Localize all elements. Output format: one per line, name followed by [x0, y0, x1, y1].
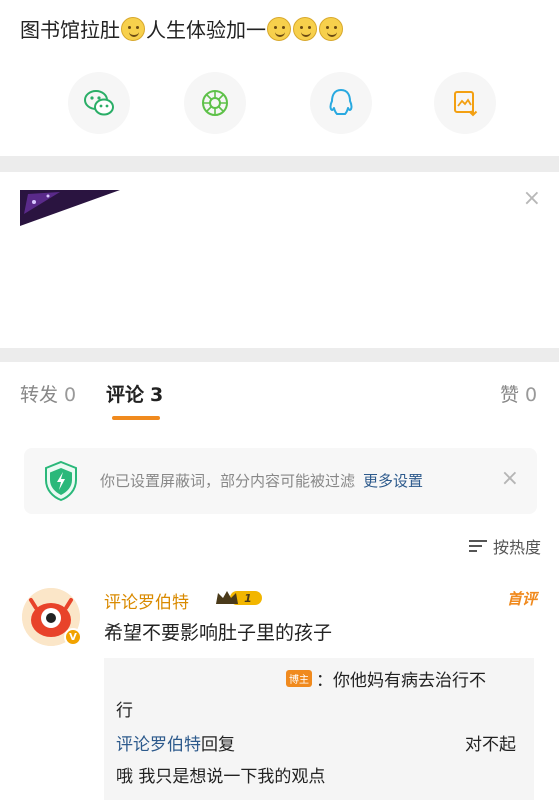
tab-repost[interactable]: 转发 0 [20, 380, 76, 407]
section-divider [0, 156, 559, 172]
notice-close-button[interactable]: × [501, 466, 519, 492]
share-wechat-button[interactable] [68, 72, 130, 134]
reply-1-continued: 行 [116, 701, 133, 721]
qq-icon [329, 89, 353, 115]
reply-2-right-text: 对不起 [465, 735, 516, 755]
tab-likes[interactable]: 赞0 [500, 380, 537, 407]
weibo-post-detail: 图书馆拉肚 人生体验加一 × 转发 0 评论 3 赞 0 你已设置屏蔽词，部分内… [0, 0, 559, 800]
tab-repost-count: 0 [64, 384, 77, 406]
verified-badge-icon: V [64, 628, 82, 646]
filter-notice: 你已设置屏蔽词，部分内容可能被过滤 更多设置 × [24, 448, 537, 514]
shield-icon [45, 460, 77, 502]
share-moments-button[interactable] [184, 72, 246, 134]
reply-box[interactable]: 博主 ：你他妈有病去治行不 行 评论罗伯特回复 对不起 哦 我只是想说一下我的观点 [104, 658, 534, 800]
section-divider [0, 348, 559, 362]
comment-text: 希望不要影响肚子里的孩子 [104, 622, 333, 644]
tab-likes-label: 赞 [500, 384, 520, 406]
reply-1: 博主 ：你他妈有病去治行不 [286, 666, 486, 691]
reply-1-text: ：你他妈有病去治行不 [316, 671, 486, 691]
post-text: 图书馆拉肚 人生体验加一 [20, 14, 344, 46]
comment-author[interactable]: 评论罗伯特 [104, 588, 189, 613]
post-text-part-1: 图书馆拉肚 [20, 18, 120, 42]
reply-2-text: 哦 我只是想说一下我的观点 [116, 767, 326, 787]
save-image-icon [454, 91, 478, 117]
filter-notice-text: 你已设置屏蔽词，部分内容可能被过滤 更多设置 [100, 470, 423, 491]
save-image-button[interactable] [434, 72, 496, 134]
sort-icon [468, 539, 487, 553]
author-badge: 博主 [286, 670, 312, 687]
reply-2-author[interactable]: 评论罗伯特 [116, 735, 201, 755]
wechat-icon [84, 90, 114, 116]
active-tab-indicator [112, 416, 160, 420]
reply-2-verb: 回复 [201, 735, 235, 755]
smile-emoji [319, 17, 343, 41]
ad-card[interactable]: × [0, 172, 559, 348]
comment-item: V 评论罗伯特 1 首评 希望不要影响肚子里的孩子 博主 ：你他妈有病去治行不 行… [0, 578, 559, 800]
interaction-tabs: 转发 0 评论 3 赞0 [0, 380, 559, 420]
ad-thumbnail [20, 190, 120, 226]
smile-emoji [293, 17, 317, 41]
sort-label: 按热度 [492, 538, 541, 557]
more-settings-link[interactable]: 更多设置 [363, 472, 423, 490]
ad-close-button[interactable]: × [523, 188, 541, 210]
level-number: 1 [244, 592, 252, 605]
tab-comments-count: 3 [150, 384, 164, 406]
tab-likes-count: 0 [525, 384, 538, 406]
sort-by-hot-button[interactable]: 按热度 [468, 534, 541, 558]
post-text-part-2: 人生体验加一 [146, 18, 266, 42]
moments-icon [202, 90, 228, 116]
tab-repost-label: 转发 [20, 384, 59, 406]
share-row [0, 72, 559, 134]
tab-comments-label: 评论 [106, 384, 145, 406]
smile-emoji [121, 17, 145, 41]
crown-level-icon: 1 [216, 591, 262, 605]
first-comment-tag: 首评 [506, 590, 537, 608]
share-qq-button[interactable] [310, 72, 372, 134]
filter-notice-message: 你已设置屏蔽词，部分内容可能被过滤 [100, 472, 356, 490]
tab-comments[interactable]: 评论 3 [106, 380, 163, 407]
reply-2-header: 评论罗伯特回复 [116, 730, 235, 755]
smile-emoji [267, 17, 291, 41]
